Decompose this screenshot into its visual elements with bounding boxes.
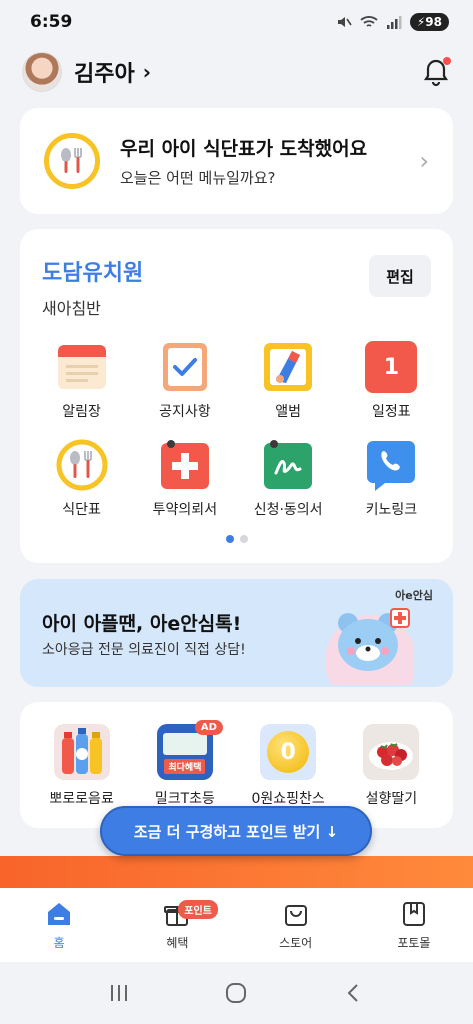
strawberry-thumb: [363, 724, 420, 780]
shopping-bag-icon: [284, 904, 307, 926]
status-icons: ⚡98: [336, 13, 449, 31]
tab-label: 홈: [53, 935, 65, 950]
shop-item-drink[interactable]: 뽀로로음료: [30, 724, 133, 808]
back-icon[interactable]: [342, 981, 366, 1005]
wifi-icon: [360, 16, 378, 27]
page-dot: [239, 535, 248, 543]
chevron-right-icon: ›: [419, 147, 429, 175]
system-nav-bar: [0, 962, 473, 1024]
milkt-thumb: 최다혜택 AD: [156, 720, 223, 780]
shop-item-label: 뽀로로음료: [49, 791, 114, 807]
coin-thumb: 0: [260, 724, 317, 780]
menu-label: 공지사항: [159, 404, 211, 420]
menu-label: 신청·동의서: [253, 502, 323, 518]
medicine-icon: [160, 440, 209, 489]
tab-store[interactable]: 스토어: [237, 888, 355, 962]
tab-photobook[interactable]: 포토몰: [355, 888, 473, 962]
menu-label: 앨범: [275, 404, 301, 420]
meal-icon: [56, 439, 108, 491]
shop-item-label: 설향딸기: [365, 791, 418, 807]
notebook-icon: [57, 345, 106, 389]
ad-badge: AD: [194, 720, 223, 735]
phone-icon: [367, 441, 416, 491]
menu-item-notice[interactable]: 공지사항: [133, 341, 236, 421]
menu-label: 키노링크: [365, 502, 418, 518]
shop-item-label: 밀크T초등: [154, 791, 215, 807]
page-dot-active: [225, 535, 234, 543]
home-button-icon[interactable]: [224, 981, 248, 1005]
menu-item-album[interactable]: 앨범: [237, 341, 340, 421]
menu-item-notebook[interactable]: 알림장: [30, 341, 133, 421]
banner-title: 아이 아플땐, 아e안심톡!: [42, 613, 242, 635]
notification-dot: [443, 57, 451, 65]
bear-mascot-icon: [325, 608, 413, 685]
school-menu-grid: 알림장 공지사항 앨범 1 일정표 식단표 투약의뢰서 신청·동의서 키노링크: [30, 341, 443, 519]
user-name[interactable]: 김주아: [74, 56, 135, 88]
meal-notice-card[interactable]: 우리 아이 식단표가 도착했어요 오늘은 어떤 메뉴일까요? ›: [20, 108, 453, 214]
menu-item-consent[interactable]: 신청·동의서: [237, 439, 340, 519]
shop-grid: 뽀로로음료 최다혜택 AD 밀크T초등 0 0원쇼핑찬스 설향딸기: [30, 720, 443, 808]
menu-label: 알림장: [62, 404, 101, 420]
school-card: 도담유치원 새아침반 편집 알림장 공지사항 앨범 1 일정표 식단표 투약의뢰…: [20, 229, 453, 563]
milkt-thumb-text: 최다혜택: [164, 759, 206, 774]
tab-home[interactable]: 홈: [0, 888, 118, 962]
points-badge: 포인트: [178, 900, 218, 919]
shop-item-strawberry[interactable]: 설향딸기: [340, 724, 443, 808]
school-name[interactable]: 도담유치원: [42, 255, 143, 287]
tab-benefits[interactable]: 포인트 혜택: [118, 888, 236, 962]
notification-button[interactable]: [421, 57, 451, 87]
menu-label: 일정표: [372, 404, 411, 420]
drink-bottles-thumb: [53, 724, 110, 780]
recent-apps-icon[interactable]: [107, 981, 131, 1005]
shop-item-label: 0원쇼핑찬스: [251, 791, 325, 807]
tab-label: 혜택: [166, 935, 189, 950]
status-time: 6:59: [30, 12, 73, 32]
profile-header[interactable]: 김주아 ›: [22, 50, 451, 94]
menu-item-calendar[interactable]: 1 일정표: [340, 341, 443, 421]
avatar[interactable]: [22, 52, 62, 92]
banner-subtitle: 소아응급 전문 의료진이 직접 상담!: [42, 642, 246, 658]
chevron-right-icon[interactable]: ›: [143, 60, 151, 84]
signal-icon: [386, 16, 402, 29]
meal-icon: [44, 133, 100, 189]
shop-item-milkt[interactable]: 최다혜택 AD 밀크T초등: [133, 720, 236, 808]
earn-points-button[interactable]: 조금 더 구경하고 포인트 받기 ↓: [100, 806, 372, 856]
edit-button[interactable]: 편집: [369, 255, 431, 297]
menu-label: 투약의뢰서: [152, 502, 218, 518]
menu-item-meal[interactable]: 식단표: [30, 439, 133, 519]
album-icon: [264, 343, 313, 391]
calendar-icon: 1: [365, 341, 418, 393]
photobook-icon: [402, 901, 425, 926]
status-bar: 6:59 ⚡98: [0, 0, 473, 44]
consult-banner[interactable]: 아이 아플땐, 아e안심톡! 소아응급 전문 의료진이 직접 상담! 아e안심: [20, 579, 453, 687]
checklist-icon: [162, 343, 207, 391]
battery-indicator: ⚡98: [409, 13, 449, 31]
mute-icon: [337, 17, 352, 27]
tab-label: 스토어: [279, 935, 313, 950]
menu-label: 식단표: [62, 502, 101, 518]
bottom-tab-bar: 홈 포인트 혜택 스토어 포토몰: [0, 888, 473, 962]
menu-item-medicine[interactable]: 투약의뢰서: [133, 439, 236, 519]
meal-card-subtitle: 오늘은 어떤 메뉴일까요?: [120, 169, 276, 187]
class-name: 새아침반: [42, 299, 101, 318]
tab-label: 포토몰: [397, 935, 431, 950]
meal-card-title: 우리 아이 식단표가 도착했어요: [120, 138, 368, 160]
shop-item-zero-won[interactable]: 0 0원쇼핑찬스: [237, 724, 340, 808]
page-indicator: [20, 535, 453, 543]
calendar-day: 1: [383, 354, 400, 380]
home-icon: [48, 902, 71, 925]
promo-banner-strip[interactable]: [0, 856, 473, 888]
consent-icon: [264, 440, 313, 489]
coin-thumb-text: 0: [280, 739, 296, 765]
battery-level: 98: [425, 15, 442, 29]
menu-item-kinolink[interactable]: 키노링크: [340, 439, 443, 519]
